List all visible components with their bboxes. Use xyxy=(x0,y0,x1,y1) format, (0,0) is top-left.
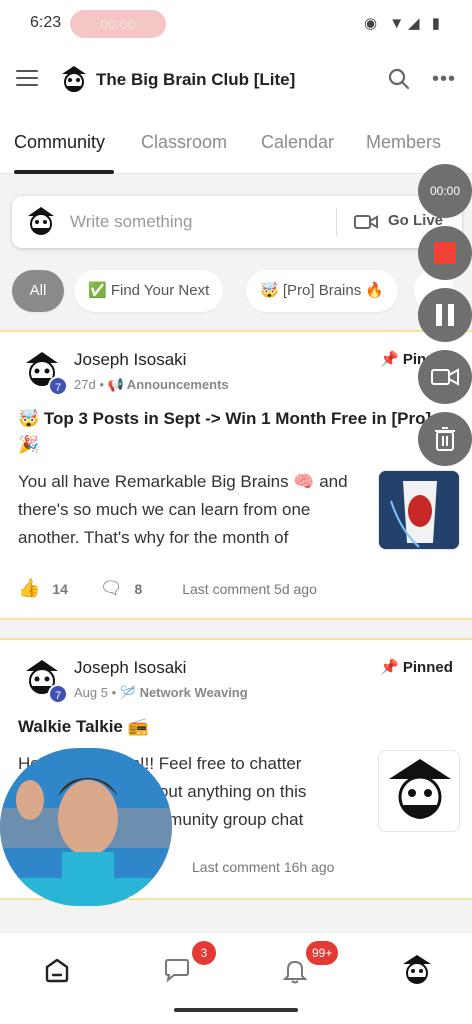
app-bar: The Big Brain Club [Lite] ••• xyxy=(0,48,472,112)
chat-badge: 3 xyxy=(192,941,216,965)
pinned-label: 📌 Pinned xyxy=(380,659,453,676)
post-category[interactable]: 📢 Announcements xyxy=(107,377,228,392)
post-title[interactable]: Walkie Talkie 📻 xyxy=(18,714,438,740)
notifications-bell-icon[interactable] xyxy=(280,955,310,985)
home-icon[interactable] xyxy=(42,955,72,985)
camera-preview-image xyxy=(0,748,172,906)
tab-classroom[interactable]: Classroom xyxy=(141,132,227,153)
last-comment: Last comment 16h ago xyxy=(192,859,335,876)
comment-count: 8 xyxy=(134,580,143,597)
recorder-timer: 00:00 xyxy=(418,164,472,218)
post-category[interactable]: 🪡 Network Weaving xyxy=(120,685,248,700)
chat-icon[interactable] xyxy=(162,955,192,985)
post-composer[interactable]: Write something Go Live xyxy=(12,196,462,248)
post-thumbnail[interactable] xyxy=(378,470,460,550)
bottom-navigation: 3 99+ xyxy=(0,932,472,1024)
status-time: 6:23 xyxy=(30,14,62,31)
stop-recording-button[interactable] xyxy=(418,226,472,280)
post-author[interactable]: Joseph Isosaki xyxy=(74,658,186,678)
post-reactions: 👍 14 🗨 8 Last comment 5d ago xyxy=(18,578,317,599)
chip-all[interactable]: All xyxy=(12,270,64,312)
post-thumbnail[interactable] xyxy=(378,750,460,832)
recorder-timer-text: 00:00 xyxy=(429,184,461,198)
group-logo-image xyxy=(379,751,459,831)
like-icon[interactable]: 👍 xyxy=(18,578,40,599)
post-meta: Aug 5 • 🪡 Network Weaving xyxy=(74,685,248,700)
post-title[interactable]: 🤯 Top 3 Posts in Sept -> Win 1 Month Fre… xyxy=(18,406,438,458)
tab-community[interactable]: Community xyxy=(14,132,105,153)
notifications-badge: 99+ xyxy=(306,941,339,965)
post-age: 27d xyxy=(74,377,96,392)
video-camera-icon[interactable] xyxy=(354,213,378,231)
group-logo xyxy=(62,66,86,92)
trash-icon xyxy=(435,427,455,451)
composer-placeholder[interactable]: Write something xyxy=(70,212,193,232)
tab-members[interactable]: Members xyxy=(366,132,441,153)
active-tab-indicator xyxy=(14,170,114,174)
post-reactions: Last comment 16h ago xyxy=(192,858,334,875)
level-badge: 7 xyxy=(48,684,68,704)
pause-recording-button[interactable] xyxy=(418,288,472,342)
post-author[interactable]: Joseph Isosaki xyxy=(74,350,186,370)
cup-image xyxy=(379,471,459,549)
post-age: Aug 5 xyxy=(74,685,108,700)
status-bar: 6:23 00:00 ◉ ▼◢ ▮ xyxy=(0,0,472,48)
screen-recording-pill[interactable]: 00:00 xyxy=(70,10,166,38)
tab-bar: Community Classroom Calendar Members xyxy=(0,112,472,174)
category-chips: All ✅ Find Your Next 🤯 [Pro] Brains 🔥 xyxy=(0,270,472,314)
chip-find-your-next[interactable]: ✅ Find Your Next xyxy=(74,270,224,312)
comment-icon[interactable]: 🗨 xyxy=(100,578,123,599)
level-badge: 7 xyxy=(48,376,68,396)
last-comment: Last comment 5d ago xyxy=(182,580,317,597)
post-meta: 27d • 📢 Announcements xyxy=(74,377,229,392)
search-icon[interactable] xyxy=(388,68,410,90)
post-excerpt[interactable]: You all have Remarkable Big Brains 🧠 and… xyxy=(18,468,358,552)
gesture-home-indicator[interactable] xyxy=(174,1008,298,1012)
hamburger-menu-icon[interactable] xyxy=(16,70,38,88)
group-title: The Big Brain Club [Lite] xyxy=(96,70,296,89)
user-avatar xyxy=(28,207,54,235)
camera-icon xyxy=(431,368,459,386)
status-icons: ◉ ▼◢ ▮ xyxy=(363,15,444,32)
chip-pro-brains[interactable]: 🤯 [Pro] Brains 🔥 xyxy=(246,270,399,312)
pinned-text: Pinned xyxy=(402,659,453,676)
stop-icon xyxy=(434,242,456,264)
camera-toggle-button[interactable] xyxy=(418,350,472,404)
profile-avatar-icon[interactable] xyxy=(400,953,434,987)
more-options-icon[interactable]: ••• xyxy=(432,68,456,91)
tab-calendar[interactable]: Calendar xyxy=(261,132,334,153)
discard-recording-button[interactable] xyxy=(418,412,472,466)
like-count: 14 xyxy=(52,580,68,597)
composer-divider xyxy=(336,208,337,236)
camera-preview-bubble[interactable] xyxy=(0,748,172,906)
pause-icon xyxy=(436,304,454,331)
post-card[interactable]: 7 Joseph Isosaki 27d • 📢 Announcements 📌… xyxy=(0,330,472,620)
